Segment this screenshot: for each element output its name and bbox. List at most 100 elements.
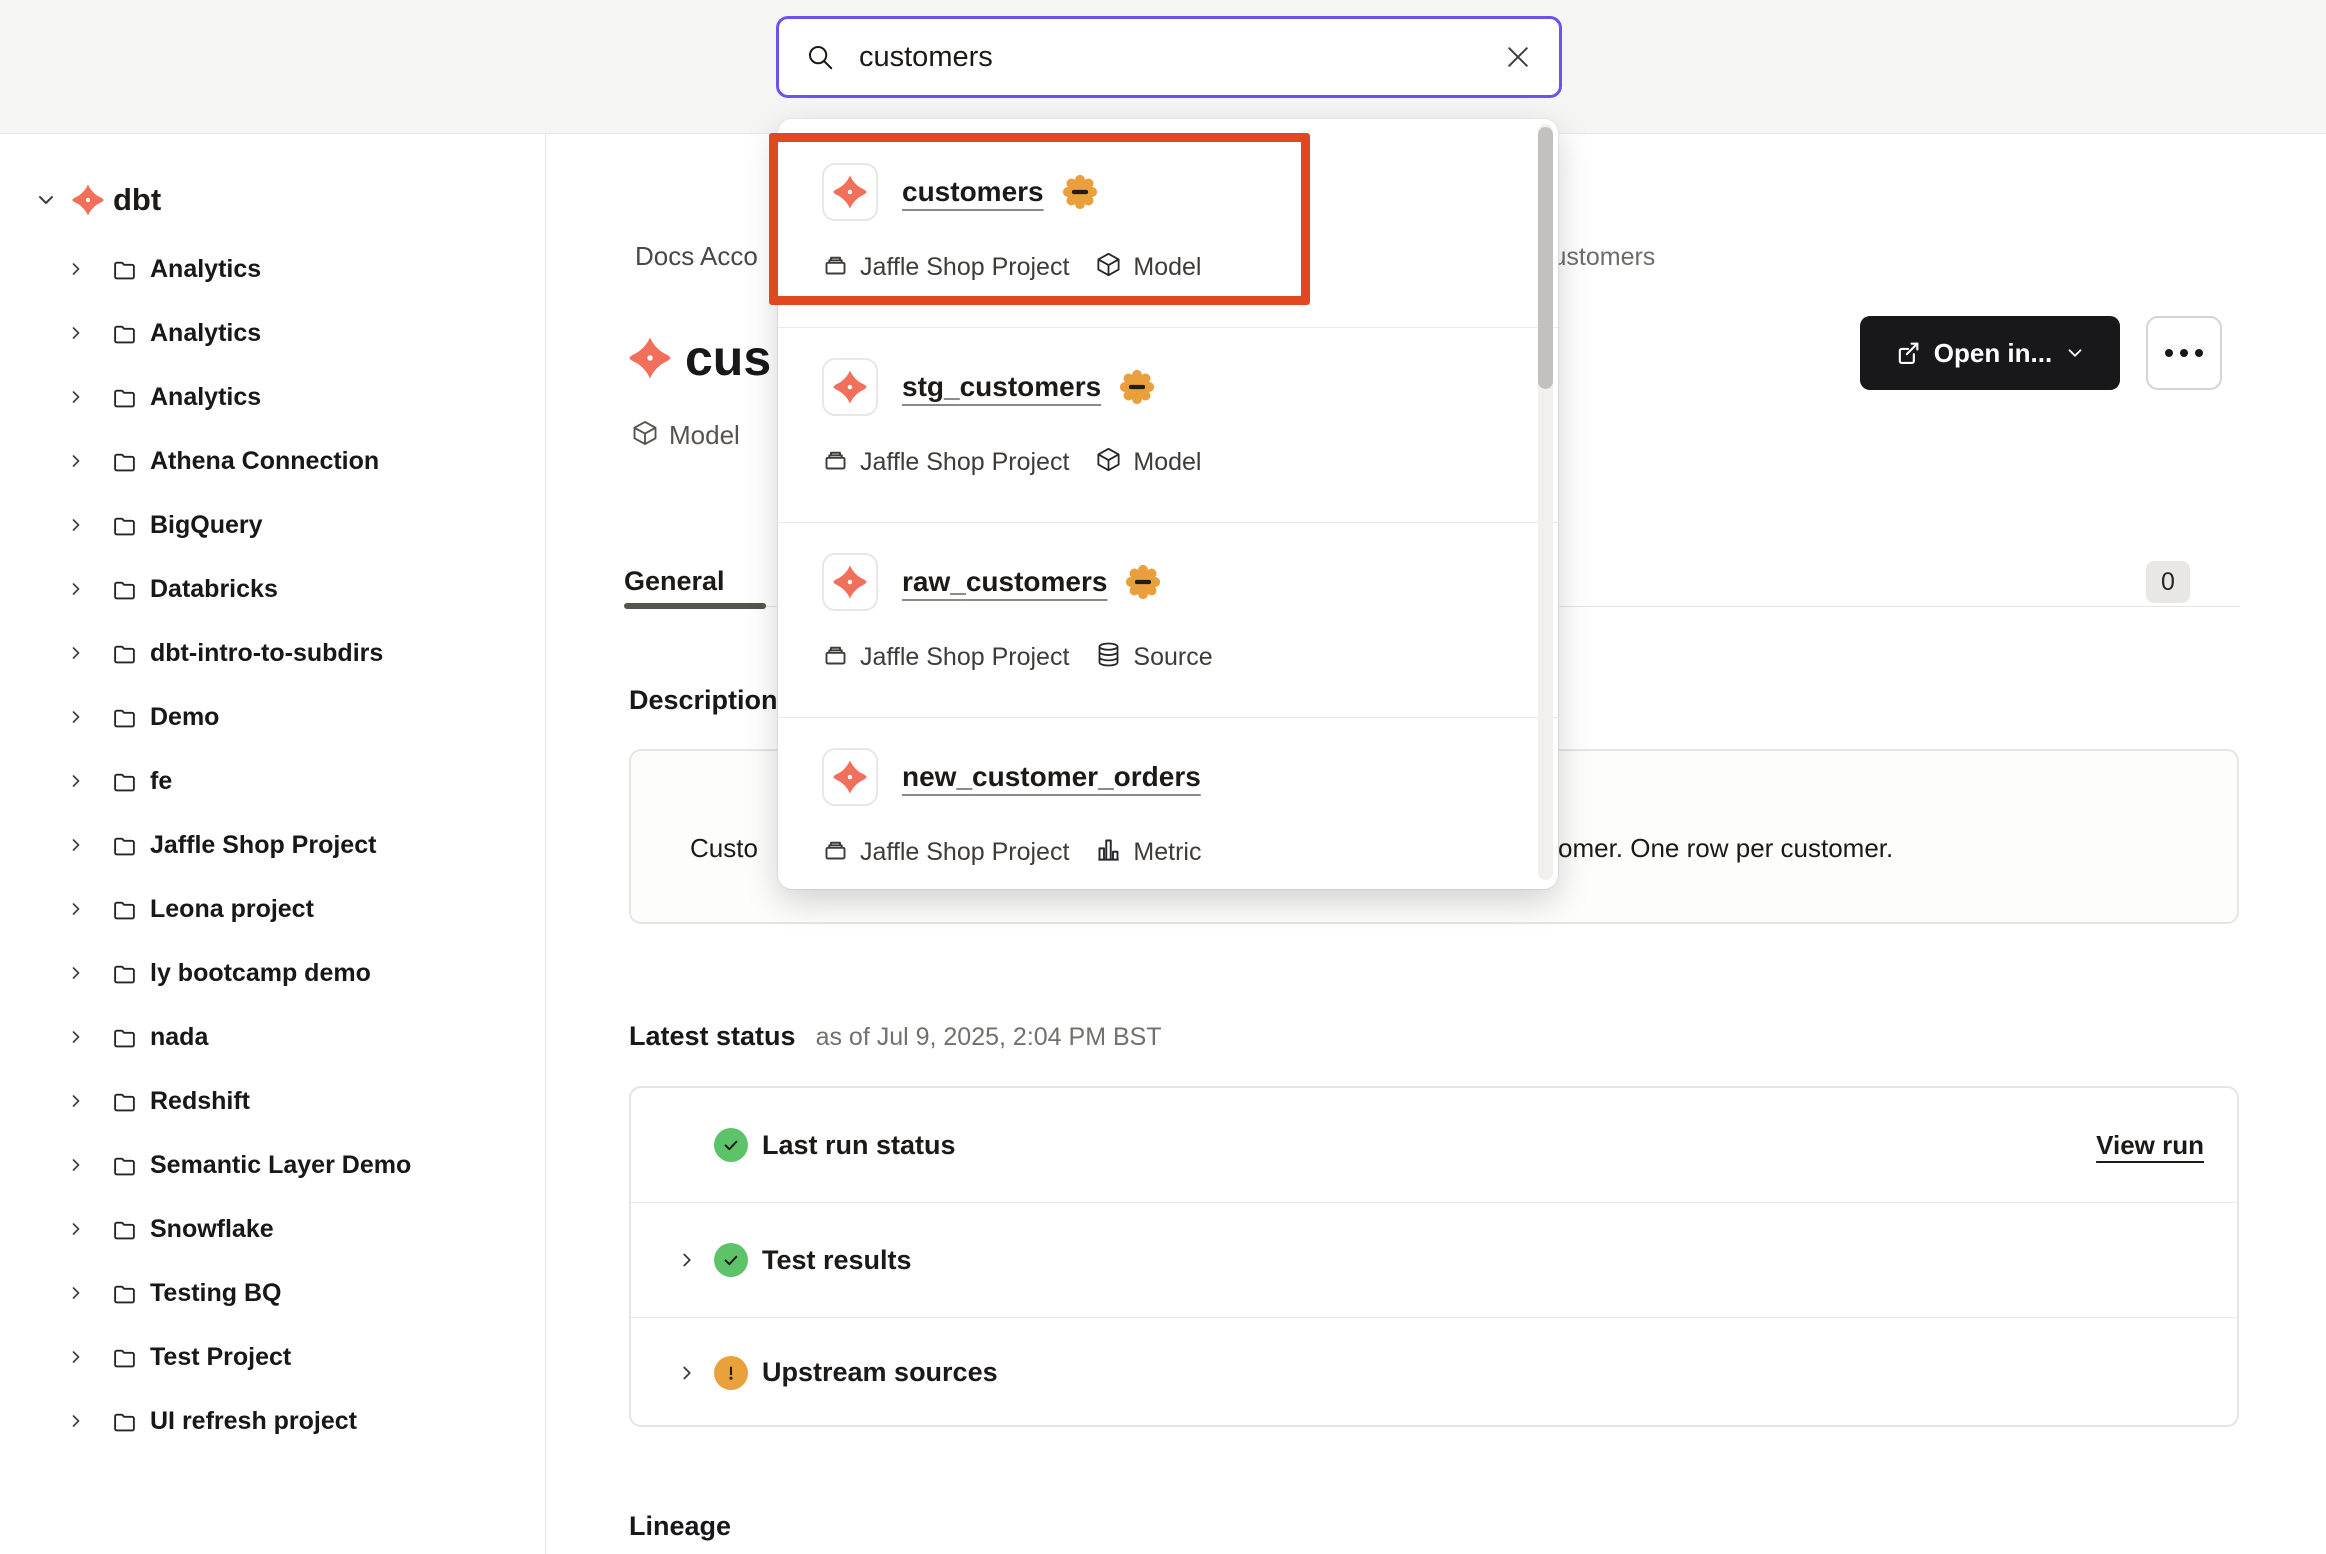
sidebar-item-semantic-layer-demo[interactable]: Semantic Layer Demo — [0, 1133, 545, 1197]
protected-badge-icon — [1125, 564, 1161, 600]
chevron-right-icon[interactable] — [66, 259, 86, 279]
chevron-down-icon[interactable] — [34, 188, 58, 212]
sidebar-item-label: UI refresh project — [150, 1407, 357, 1436]
result-name-link[interactable]: stg_customers — [902, 371, 1101, 403]
dropdown-scrollbar[interactable] — [1538, 127, 1553, 389]
breadcrumb: Docs Acco — [635, 241, 758, 272]
folder-icon — [112, 1153, 137, 1178]
sidebar-item-label: Analytics — [150, 383, 261, 412]
search-input[interactable] — [857, 40, 1503, 75]
status-row-label: Test results — [762, 1245, 912, 1276]
chevron-right-icon[interactable] — [676, 1249, 698, 1271]
clear-icon[interactable] — [1503, 42, 1533, 72]
sidebar-item-dbt-intro-to-subdirs[interactable]: dbt-intro-to-subdirs — [0, 621, 545, 685]
project-icon — [822, 251, 849, 283]
chevron-right-icon[interactable] — [66, 963, 86, 983]
sidebar-item-label: Databricks — [150, 575, 278, 604]
result-type-label: Model — [1133, 253, 1201, 282]
open-in-button[interactable]: Open in... — [1860, 316, 2120, 390]
view-run-link[interactable]: View run — [2096, 1130, 2204, 1161]
status-row-label: Upstream sources — [762, 1357, 998, 1388]
status-row-upstream-sources[interactable]: Upstream sources — [631, 1317, 2237, 1427]
chevron-right-icon[interactable] — [66, 451, 86, 471]
open-in-label: Open in... — [1934, 338, 2052, 369]
description-text: Custo — [690, 833, 758, 864]
search-result-item[interactable]: new_customer_ordersJaffle Shop ProjectMe… — [778, 717, 1558, 912]
chevron-right-icon[interactable] — [66, 1091, 86, 1111]
sidebar-item-testing-bq[interactable]: Testing BQ — [0, 1261, 545, 1325]
protected-badge-icon — [1062, 174, 1098, 210]
chevron-right-icon[interactable] — [66, 771, 86, 791]
sidebar-item-analytics[interactable]: Analytics — [0, 237, 545, 301]
sidebar-item-databricks[interactable]: Databricks — [0, 557, 545, 621]
chevron-right-icon[interactable] — [66, 515, 86, 535]
sidebar-item-redshift[interactable]: Redshift — [0, 1069, 545, 1133]
result-name-link[interactable]: new_customer_orders — [902, 761, 1201, 793]
sidebar-item-ly-bootcamp-demo[interactable]: ly bootcamp demo — [0, 941, 545, 1005]
sidebar-item-analytics[interactable]: Analytics — [0, 301, 545, 365]
folder-icon — [112, 1217, 137, 1242]
folder-icon — [112, 705, 137, 730]
sidebar-item-label: fe — [150, 767, 172, 796]
dbt-logo-icon — [72, 184, 104, 216]
chevron-right-icon[interactable] — [66, 1347, 86, 1367]
sidebar-item-ui-refresh-project[interactable]: UI refresh project — [0, 1389, 545, 1453]
search-result-item[interactable]: stg_customers Jaffle Shop Project Model — [778, 327, 1558, 522]
sidebar-item-athena-connection[interactable]: Athena Connection — [0, 429, 545, 493]
folder-icon — [112, 833, 137, 858]
sidebar-item-demo[interactable]: Demo — [0, 685, 545, 749]
chevron-right-icon[interactable] — [66, 899, 86, 919]
chevron-right-icon[interactable] — [66, 1027, 86, 1047]
chevron-right-icon[interactable] — [66, 707, 86, 727]
sidebar-item-leona-project[interactable]: Leona project — [0, 877, 545, 941]
sidebar-item-fe[interactable]: fe — [0, 749, 545, 813]
sidebar-item-label: Demo — [150, 703, 219, 732]
sidebar-item-label: nada — [150, 1023, 208, 1052]
chevron-right-icon[interactable] — [66, 323, 86, 343]
chevron-right-icon[interactable] — [66, 387, 86, 407]
status-timestamp: as of Jul 9, 2025, 2:04 PM BST — [816, 1023, 1162, 1052]
result-type-label: Model — [1133, 448, 1201, 477]
chevron-right-icon[interactable] — [66, 1155, 86, 1175]
sidebar-item-jaffle-shop-project[interactable]: Jaffle Shop Project — [0, 813, 545, 877]
tab-general[interactable]: General — [624, 556, 725, 606]
sidebar-root-dbt[interactable]: dbt — [0, 175, 161, 225]
sidebar-item-snowflake[interactable]: Snowflake — [0, 1197, 545, 1261]
search-result-item[interactable]: customersJaffle Shop ProjectModel — [778, 133, 1558, 327]
sidebar-item-bigquery[interactable]: BigQuery — [0, 493, 545, 557]
result-name-link[interactable]: raw_customers — [902, 566, 1107, 598]
sidebar-item-test-project[interactable]: Test Project — [0, 1325, 545, 1389]
result-type-label: Metric — [1133, 838, 1201, 867]
warning-circle-icon — [714, 1356, 748, 1390]
dbt-resource-icon — [822, 358, 878, 416]
project-icon — [822, 641, 849, 673]
search-results-list: customersJaffle Shop ProjectModelstg_cus… — [778, 133, 1558, 912]
active-tab-underline — [624, 603, 766, 609]
search-icon — [805, 42, 835, 72]
check-circle-icon — [714, 1128, 748, 1162]
status-row-test-results[interactable]: Test results — [631, 1202, 2237, 1317]
dbt-resource-icon — [822, 748, 878, 806]
sidebar-item-label: Snowflake — [150, 1215, 274, 1244]
ellipsis-icon — [2165, 349, 2173, 357]
result-name-link[interactable]: customers — [902, 176, 1044, 208]
search-result-item[interactable]: raw_customersJaffle Shop ProjectSource — [778, 522, 1558, 717]
chevron-right-icon[interactable] — [66, 579, 86, 599]
folder-icon — [112, 769, 137, 794]
sidebar-item-analytics[interactable]: Analytics — [0, 365, 545, 429]
chevron-right-icon[interactable] — [66, 1283, 86, 1303]
status-row-last-run-status: Last run status View run — [631, 1088, 2237, 1202]
sidebar-item-nada[interactable]: nada — [0, 1005, 545, 1069]
folder-icon — [112, 385, 137, 410]
folder-icon — [112, 897, 137, 922]
chevron-right-icon[interactable] — [66, 1411, 86, 1431]
more-actions-button[interactable] — [2146, 316, 2222, 390]
chevron-right-icon[interactable] — [66, 835, 86, 855]
chevron-right-icon[interactable] — [66, 643, 86, 663]
result-project-label: Jaffle Shop Project — [860, 448, 1069, 477]
folder-icon — [112, 321, 137, 346]
status-row-label: Last run status — [762, 1130, 956, 1161]
chevron-right-icon[interactable] — [66, 1219, 86, 1239]
check-circle-icon — [714, 1243, 748, 1277]
chevron-right-icon[interactable] — [676, 1362, 698, 1384]
